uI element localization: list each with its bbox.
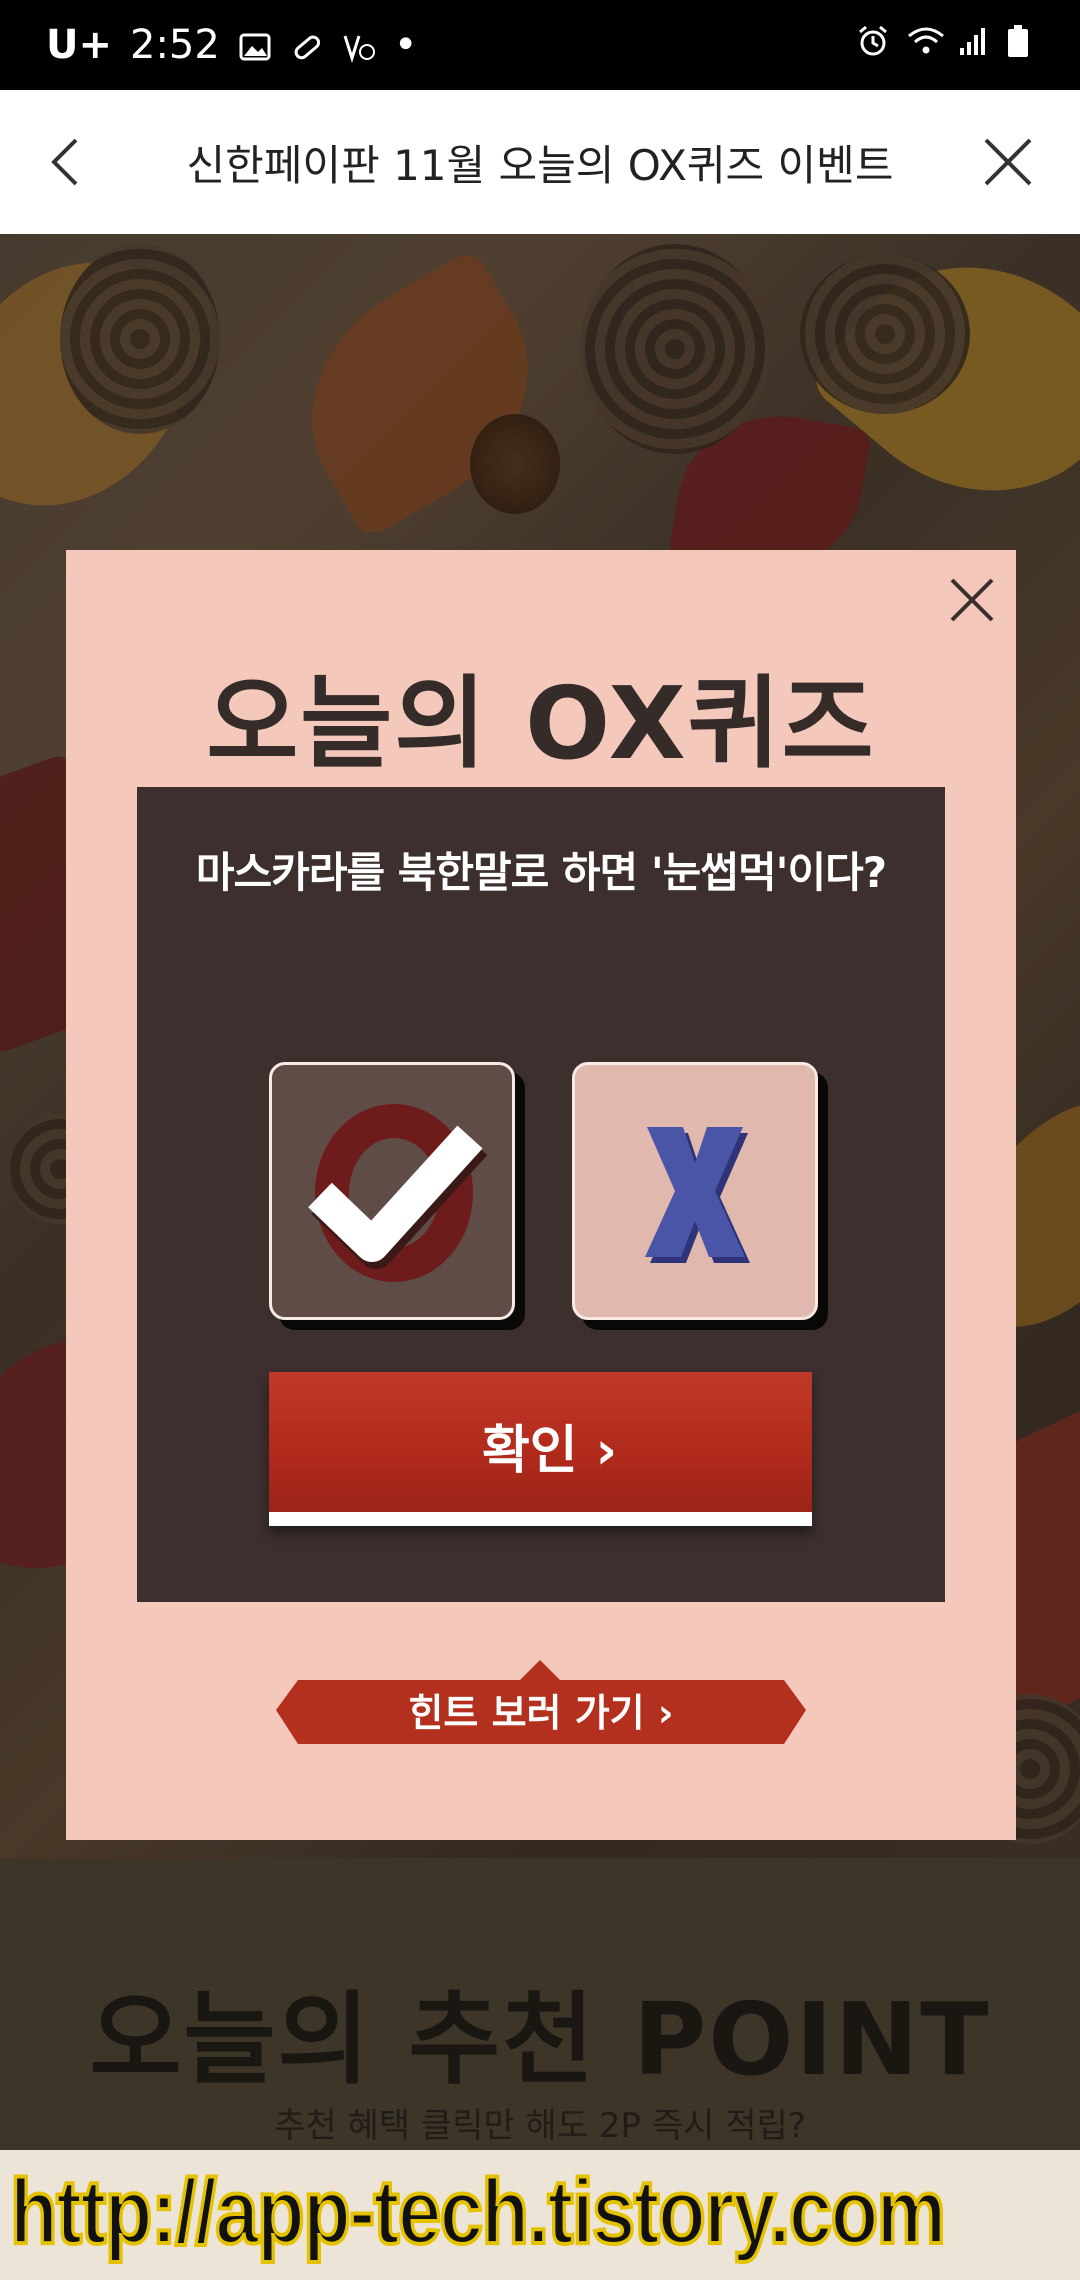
notification-dot: • xyxy=(393,22,418,68)
signal-icon xyxy=(956,24,990,58)
close-icon xyxy=(950,578,994,622)
confirm-button[interactable]: 확인 › xyxy=(269,1372,812,1526)
carrier-label: U+ xyxy=(46,22,112,68)
recommend-section: 오늘의 추천 POINT 추천 혜택 클릭만 해도 2P 즉시 적립? xyxy=(0,1858,1080,2158)
x-mark-icon xyxy=(645,1127,750,1263)
close-button[interactable] xyxy=(976,130,1040,194)
watermark-text: http://app-tech.tistory.com xyxy=(8,2159,948,2265)
watermark-banner: http://app-tech.tistory.com xyxy=(0,2150,1080,2280)
app-header: 신한페이판 11월 오늘의 OX퀴즈 이벤트 xyxy=(0,90,1080,234)
status-bar: U+ 2:52 • xyxy=(0,0,1080,90)
wifi-icon xyxy=(906,24,944,58)
pill-icon xyxy=(290,28,324,62)
recommend-title: 오늘의 추천 POINT xyxy=(89,1981,991,2098)
hint-label: 힌트 보러 가기 xyxy=(408,1691,645,1735)
chevron-right-icon: › xyxy=(595,1421,618,1481)
option-o-button[interactable] xyxy=(269,1062,515,1320)
back-button[interactable] xyxy=(40,130,100,194)
o-mark-icon xyxy=(308,1104,488,1282)
quiz-question: 마스카라를 북한말로 하면 '눈썹먹'이다? xyxy=(195,848,887,897)
gallery-icon xyxy=(238,28,272,62)
alarm-icon xyxy=(856,24,890,58)
volte-icon xyxy=(342,28,376,63)
battery-icon xyxy=(1006,24,1040,58)
confirm-label: 확인 xyxy=(481,1421,578,1481)
quiz-box: 마스카라를 북한말로 하면 '눈썹먹'이다? 확인 › xyxy=(137,787,945,1602)
option-x-button[interactable] xyxy=(572,1062,818,1320)
recommend-subtitle: 추천 혜택 클릭만 해도 2P 즉시 적립? xyxy=(274,2106,806,2146)
clock: 2:52 xyxy=(130,22,220,68)
chevron-left-icon xyxy=(51,138,78,186)
modal-title: 오늘의 OX퀴즈 xyxy=(206,665,876,782)
close-icon xyxy=(984,138,1032,186)
ox-quiz-modal: 오늘의 OX퀴즈 마스카라를 북한말로 하면 '눈썹먹'이다? 확인 › 힌트 … xyxy=(66,550,1016,1840)
hint-button[interactable]: 힌트 보러 가기 › xyxy=(276,1660,806,1744)
page-title: 신한페이판 11월 오늘의 OX퀴즈 이벤트 xyxy=(186,141,894,190)
chevron-right-icon: › xyxy=(657,1691,674,1735)
modal-close-button[interactable] xyxy=(942,570,1002,630)
